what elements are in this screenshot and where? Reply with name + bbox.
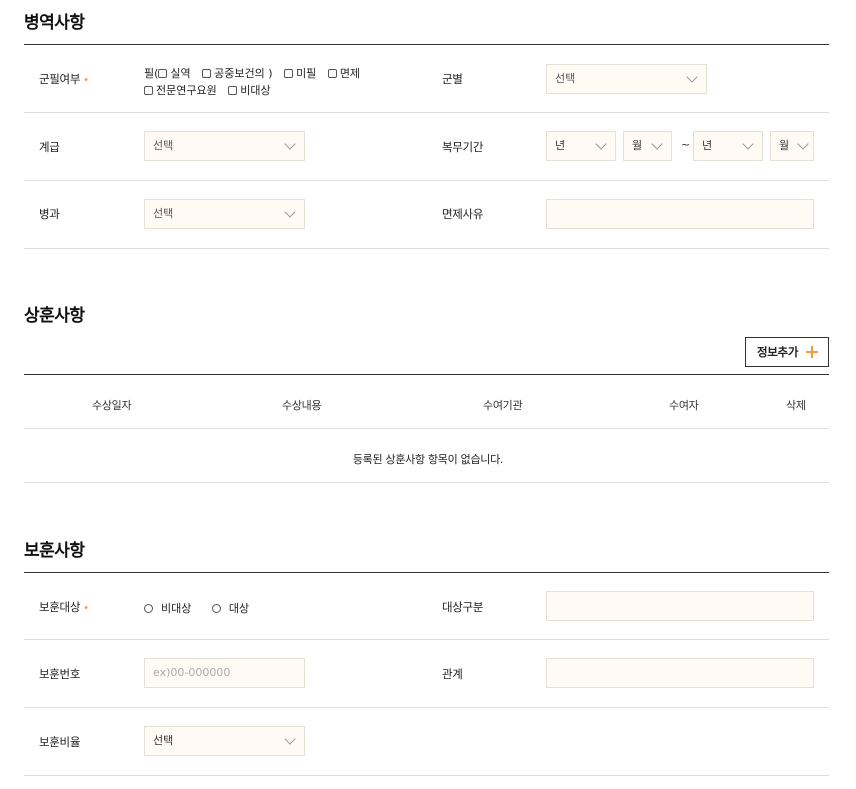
awards-section-title: 상훈사항 [24, 306, 85, 326]
exemption-reason-label: 면제사유 [442, 207, 484, 221]
specialty-select-value: 선택 [153, 207, 174, 220]
option-label: 대상 [228, 602, 250, 615]
veteran-ratio-label: 보훈비율 [39, 735, 81, 749]
radio-not-target[interactable] [144, 603, 153, 613]
add-award-button-label: 정보추가 [757, 345, 799, 359]
target-category-label: 대상구분 [442, 600, 484, 614]
checkbox-exempt[interactable] [327, 68, 337, 78]
checkbox-not-served[interactable] [284, 68, 294, 78]
end-month-select[interactable]: 월 [770, 131, 814, 161]
relation-input[interactable] [546, 658, 814, 688]
checkbox-active-duty[interactable] [158, 68, 168, 78]
divider [24, 248, 829, 249]
chevron-down-icon [284, 733, 296, 745]
divider [24, 180, 829, 181]
start-month-value: 월 [632, 139, 643, 152]
option-label: 실역 [170, 67, 191, 80]
military-section-title: 병역사항 [24, 13, 85, 33]
chevron-down-icon [686, 71, 698, 83]
chevron-down-icon [284, 206, 296, 218]
end-year-value: 년 [702, 139, 713, 152]
required-mark: • [83, 75, 89, 86]
relation-label: 관계 [442, 667, 463, 681]
service-status-label: 군필여부 • [39, 72, 89, 86]
rank-label: 계급 [39, 140, 60, 154]
checkbox-research-agent[interactable] [144, 85, 153, 95]
divider [24, 428, 829, 429]
divider [24, 112, 829, 113]
plus-icon [806, 346, 818, 358]
column-header-awarder: 수여자 [669, 399, 699, 412]
divider [24, 707, 829, 708]
divider [24, 775, 829, 776]
service-prefix: 필( [144, 67, 159, 80]
end-year-select[interactable]: 년 [693, 131, 763, 161]
start-year-value: 년 [555, 139, 566, 152]
exemption-reason-input[interactable] [546, 199, 814, 229]
veterans-section-title: 보훈사항 [24, 541, 85, 561]
divider [24, 44, 829, 45]
specialty-label: 병과 [39, 207, 60, 221]
start-month-select[interactable]: 월 [623, 131, 672, 161]
chevron-down-icon [284, 138, 296, 150]
period-separator: ~ [681, 138, 691, 151]
option-label: 비대상 [240, 84, 271, 97]
veteran-ratio-select[interactable]: 선택 [144, 726, 305, 756]
rank-select[interactable]: 선택 [144, 131, 305, 161]
specialty-select[interactable]: 선택 [144, 199, 305, 229]
rank-select-value: 선택 [153, 139, 174, 152]
divider [24, 374, 829, 375]
branch-select-value: 선택 [555, 72, 576, 85]
radio-target[interactable] [211, 603, 221, 613]
veteran-ratio-select-value: 선택 [153, 734, 174, 747]
start-year-select[interactable]: 년 [546, 131, 616, 161]
target-category-input[interactable] [546, 591, 814, 621]
column-header-awarding-org: 수여기관 [483, 399, 523, 412]
veteran-number-label: 보훈번호 [39, 667, 81, 681]
chevron-down-icon [651, 138, 663, 150]
divider [24, 639, 829, 640]
awards-empty-message: 등록된 상훈사항 항목이 없습니다. [352, 453, 504, 466]
service-status-options-line2: 전문연구요원 비대상 [144, 82, 279, 98]
column-header-award-content: 수상내용 [282, 399, 322, 412]
service-period-label: 복무기간 [442, 140, 484, 154]
divider [24, 482, 829, 483]
veteran-target-label: 보훈대상 • [39, 600, 89, 614]
branch-label: 군별 [442, 72, 463, 86]
option-label: 미필 [296, 67, 317, 80]
option-label: 비대상 [161, 602, 192, 615]
required-mark: • [83, 603, 89, 614]
veteran-target-options: 비대상 대상 [144, 600, 257, 616]
option-label: 공중보건의 ) [214, 67, 273, 80]
end-month-value: 월 [779, 139, 790, 152]
chevron-down-icon [595, 138, 607, 150]
checkbox-not-applicable[interactable] [228, 85, 238, 95]
chevron-down-icon [742, 138, 754, 150]
option-label: 면제 [339, 67, 361, 80]
chevron-down-icon [797, 138, 809, 150]
column-header-award-date: 수상일자 [92, 399, 132, 412]
option-label: 전문연구요원 [156, 84, 217, 97]
add-award-button[interactable]: 정보추가 [745, 337, 829, 367]
service-status-options-line1: 필( 실역 공중보건의 ) 미필 면제 [144, 65, 368, 81]
veteran-number-input[interactable]: ex)00-000000 [144, 658, 305, 688]
branch-select[interactable]: 선택 [546, 64, 707, 94]
column-header-delete: 삭제 [786, 399, 806, 412]
checkbox-public-health[interactable] [202, 68, 212, 78]
divider [24, 572, 829, 573]
